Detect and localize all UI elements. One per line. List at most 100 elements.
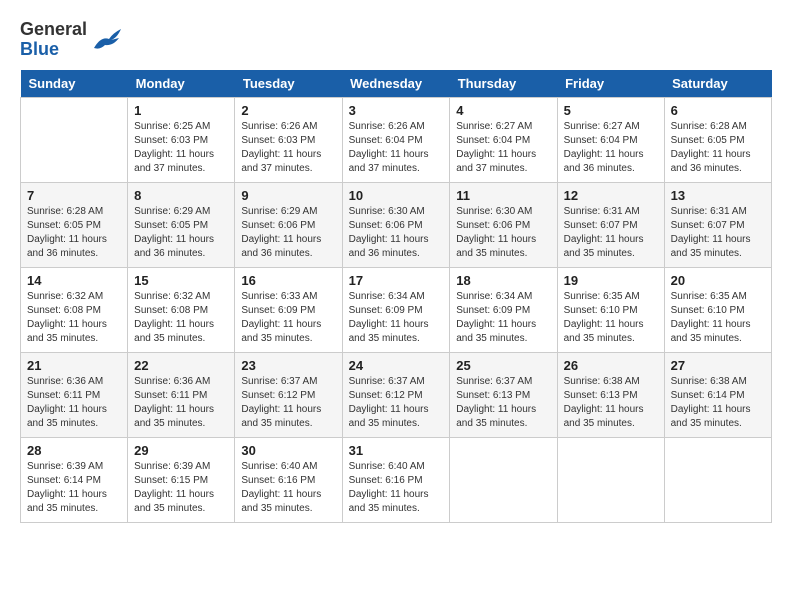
calendar-table: SundayMondayTuesdayWednesdayThursdayFrid…	[20, 70, 772, 523]
calendar-cell: 12 Sunrise: 6:31 AM Sunset: 6:07 PM Dayli…	[557, 182, 664, 267]
calendar-cell	[557, 437, 664, 522]
day-info: Sunrise: 6:36 AM Sunset: 6:11 PM Dayligh…	[27, 375, 121, 431]
calendar-cell: 26 Sunrise: 6:38 AM Sunset: 6:13 PM Dayli…	[557, 352, 664, 437]
day-info: Sunrise: 6:31 AM Sunset: 6:07 PM Dayligh…	[671, 205, 765, 261]
day-number: 9	[241, 188, 335, 203]
logo-text-general: GeneralBlue	[20, 20, 87, 60]
calendar-cell: 18Sunrise: 6:34 AM Sunset: 6:09 PM Dayli…	[450, 267, 557, 352]
day-info: Sunrise: 6:37 AM Sunset: 6:13 PM Dayligh…	[456, 375, 550, 431]
calendar-cell: 28 Sunrise: 6:39 AM Sunset: 6:14 PM Dayli…	[21, 437, 128, 522]
day-info: Sunrise: 6:35 AM Sunset: 6:10 PM Dayligh…	[564, 290, 658, 346]
calendar-cell: 20 Sunrise: 6:35 AM Sunset: 6:10 PM Dayli…	[664, 267, 771, 352]
calendar-cell: 30 Sunrise: 6:40 AM Sunset: 6:16 PM Dayli…	[235, 437, 342, 522]
calendar-cell: 8 Sunrise: 6:29 AM Sunset: 6:05 PM Daylig…	[128, 182, 235, 267]
day-info: Sunrise: 6:40 AM Sunset: 6:16 PM Dayligh…	[241, 460, 335, 516]
calendar-cell: 31 Sunrise: 6:40 AM Sunset: 6:16 PM Dayli…	[342, 437, 450, 522]
day-number: 7	[27, 188, 121, 203]
day-number: 6	[671, 103, 765, 118]
day-number: 24	[349, 358, 444, 373]
day-info: Sunrise: 6:38 AM Sunset: 6:13 PM Dayligh…	[564, 375, 658, 431]
day-number: 28	[27, 443, 121, 458]
calendar-cell	[21, 97, 128, 182]
logo: GeneralBlue	[20, 20, 123, 60]
weekday-header-monday: Monday	[128, 70, 235, 98]
weekday-header-friday: Friday	[557, 70, 664, 98]
day-info: Sunrise: 6:32 AM Sunset: 6:08 PM Dayligh…	[134, 290, 228, 346]
calendar-cell: 4 Sunrise: 6:27 AM Sunset: 6:04 PM Daylig…	[450, 97, 557, 182]
day-info: Sunrise: 6:28 AM Sunset: 6:05 PM Dayligh…	[27, 205, 121, 261]
page-header: GeneralBlue	[20, 20, 772, 60]
calendar-cell: 5 Sunrise: 6:27 AM Sunset: 6:04 PM Daylig…	[557, 97, 664, 182]
day-number: 4	[456, 103, 550, 118]
weekday-header-row: SundayMondayTuesdayWednesdayThursdayFrid…	[21, 70, 772, 98]
day-info: Sunrise: 6:39 AM Sunset: 6:15 PM Dayligh…	[134, 460, 228, 516]
calendar-cell: 11 Sunrise: 6:30 AM Sunset: 6:06 PM Dayli…	[450, 182, 557, 267]
day-info: Sunrise: 6:37 AM Sunset: 6:12 PM Dayligh…	[241, 375, 335, 431]
day-number: 31	[349, 443, 444, 458]
day-number: 8	[134, 188, 228, 203]
calendar-cell	[664, 437, 771, 522]
day-number: 3	[349, 103, 444, 118]
day-info: Sunrise: 6:26 AM Sunset: 6:04 PM Dayligh…	[349, 120, 444, 176]
day-number: 1	[134, 103, 228, 118]
calendar-week-row: 21Sunrise: 6:36 AM Sunset: 6:11 PM Dayli…	[21, 352, 772, 437]
day-number: 16	[241, 273, 335, 288]
calendar-cell: 27Sunrise: 6:38 AM Sunset: 6:14 PM Dayli…	[664, 352, 771, 437]
calendar-cell: 25 Sunrise: 6:37 AM Sunset: 6:13 PM Dayli…	[450, 352, 557, 437]
calendar-cell: 2 Sunrise: 6:26 AM Sunset: 6:03 PM Daylig…	[235, 97, 342, 182]
day-number: 18	[456, 273, 550, 288]
calendar-week-row: 28 Sunrise: 6:39 AM Sunset: 6:14 PM Dayli…	[21, 437, 772, 522]
day-number: 22	[134, 358, 228, 373]
weekday-header-thursday: Thursday	[450, 70, 557, 98]
calendar-cell: 29Sunrise: 6:39 AM Sunset: 6:15 PM Dayli…	[128, 437, 235, 522]
calendar-cell: 21Sunrise: 6:36 AM Sunset: 6:11 PM Dayli…	[21, 352, 128, 437]
calendar-week-row: 1 Sunrise: 6:25 AM Sunset: 6:03 PM Daylig…	[21, 97, 772, 182]
calendar-cell: 17 Sunrise: 6:34 AM Sunset: 6:09 PM Dayli…	[342, 267, 450, 352]
day-info: Sunrise: 6:29 AM Sunset: 6:05 PM Dayligh…	[134, 205, 228, 261]
day-number: 15	[134, 273, 228, 288]
calendar-cell: 10Sunrise: 6:30 AM Sunset: 6:06 PM Dayli…	[342, 182, 450, 267]
calendar-cell: 7 Sunrise: 6:28 AM Sunset: 6:05 PM Daylig…	[21, 182, 128, 267]
day-number: 13	[671, 188, 765, 203]
day-info: Sunrise: 6:30 AM Sunset: 6:06 PM Dayligh…	[456, 205, 550, 261]
day-info: Sunrise: 6:29 AM Sunset: 6:06 PM Dayligh…	[241, 205, 335, 261]
weekday-header-sunday: Sunday	[21, 70, 128, 98]
day-number: 2	[241, 103, 335, 118]
calendar-cell	[450, 437, 557, 522]
day-info: Sunrise: 6:30 AM Sunset: 6:06 PM Dayligh…	[349, 205, 444, 261]
day-number: 12	[564, 188, 658, 203]
day-number: 30	[241, 443, 335, 458]
day-info: Sunrise: 6:28 AM Sunset: 6:05 PM Dayligh…	[671, 120, 765, 176]
day-info: Sunrise: 6:40 AM Sunset: 6:16 PM Dayligh…	[349, 460, 444, 516]
day-info: Sunrise: 6:39 AM Sunset: 6:14 PM Dayligh…	[27, 460, 121, 516]
weekday-header-wednesday: Wednesday	[342, 70, 450, 98]
day-info: Sunrise: 6:31 AM Sunset: 6:07 PM Dayligh…	[564, 205, 658, 261]
calendar-cell: 3 Sunrise: 6:26 AM Sunset: 6:04 PM Daylig…	[342, 97, 450, 182]
day-number: 11	[456, 188, 550, 203]
day-info: Sunrise: 6:36 AM Sunset: 6:11 PM Dayligh…	[134, 375, 228, 431]
day-info: Sunrise: 6:35 AM Sunset: 6:10 PM Dayligh…	[671, 290, 765, 346]
day-info: Sunrise: 6:27 AM Sunset: 6:04 PM Dayligh…	[564, 120, 658, 176]
day-number: 5	[564, 103, 658, 118]
calendar-cell: 24Sunrise: 6:37 AM Sunset: 6:12 PM Dayli…	[342, 352, 450, 437]
day-number: 25	[456, 358, 550, 373]
logo-bird-icon	[91, 26, 123, 54]
calendar-cell: 23 Sunrise: 6:37 AM Sunset: 6:12 PM Dayli…	[235, 352, 342, 437]
calendar-cell: 13 Sunrise: 6:31 AM Sunset: 6:07 PM Dayli…	[664, 182, 771, 267]
calendar-cell: 9 Sunrise: 6:29 AM Sunset: 6:06 PM Daylig…	[235, 182, 342, 267]
calendar-cell: 22 Sunrise: 6:36 AM Sunset: 6:11 PM Dayli…	[128, 352, 235, 437]
day-number: 23	[241, 358, 335, 373]
day-info: Sunrise: 6:27 AM Sunset: 6:04 PM Dayligh…	[456, 120, 550, 176]
day-number: 19	[564, 273, 658, 288]
day-number: 17	[349, 273, 444, 288]
calendar-cell: 16Sunrise: 6:33 AM Sunset: 6:09 PM Dayli…	[235, 267, 342, 352]
calendar-cell: 1 Sunrise: 6:25 AM Sunset: 6:03 PM Daylig…	[128, 97, 235, 182]
day-number: 20	[671, 273, 765, 288]
calendar-week-row: 7 Sunrise: 6:28 AM Sunset: 6:05 PM Daylig…	[21, 182, 772, 267]
logo-container: GeneralBlue	[20, 20, 123, 60]
day-number: 26	[564, 358, 658, 373]
day-info: Sunrise: 6:25 AM Sunset: 6:03 PM Dayligh…	[134, 120, 228, 176]
day-info: Sunrise: 6:34 AM Sunset: 6:09 PM Dayligh…	[349, 290, 444, 346]
day-number: 14	[27, 273, 121, 288]
day-info: Sunrise: 6:26 AM Sunset: 6:03 PM Dayligh…	[241, 120, 335, 176]
